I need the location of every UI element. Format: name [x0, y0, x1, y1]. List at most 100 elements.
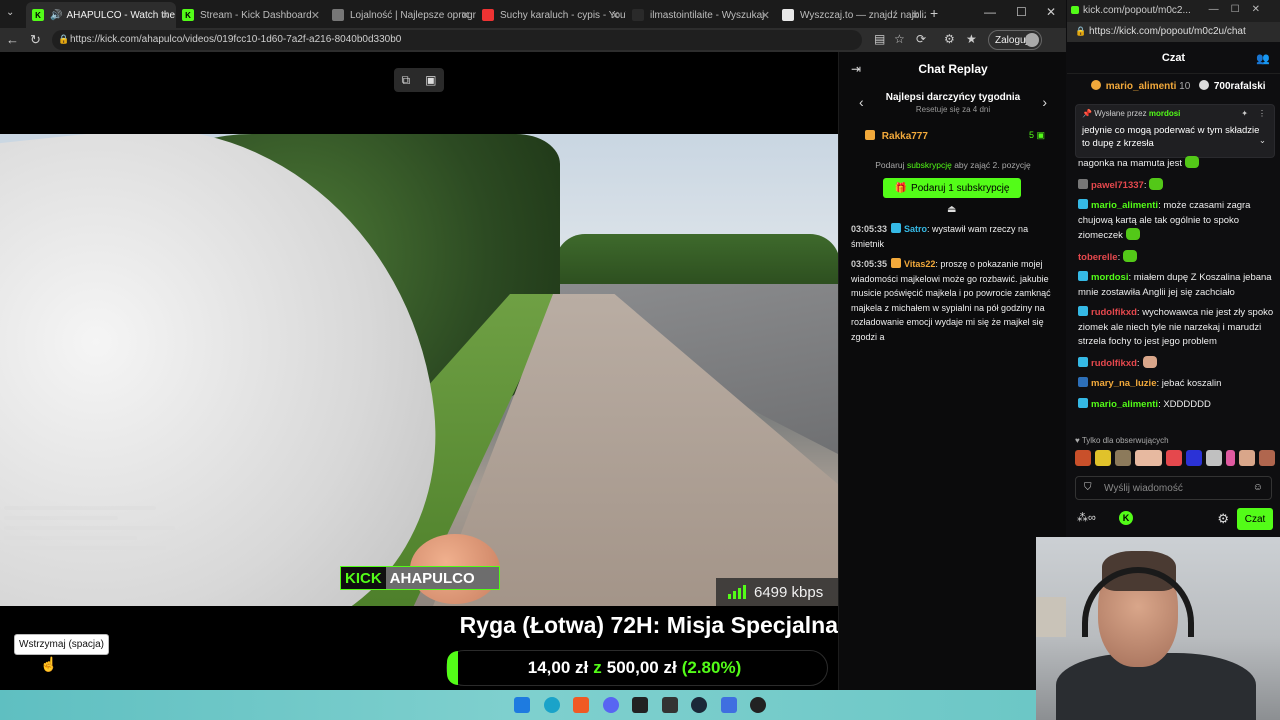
gift-subscription-button[interactable]: 🎁 Podaruj 1 subskrypcję — [883, 178, 1021, 198]
player-top-controls: ⧉ ▣ — [394, 68, 444, 92]
speaker-icon[interactable]: 🔊 — [50, 10, 62, 21]
leaderboard-title: Najlepsi darczyńcy tygodnia — [885, 92, 1021, 103]
message-user[interactable]: rudolfikxd — [1091, 358, 1137, 369]
emote-icon[interactable] — [1238, 450, 1255, 466]
collapse-arrow-icon[interactable]: ⏏ — [947, 204, 956, 215]
chat-input-placeholder: Wyślij wiadomość — [1104, 483, 1183, 494]
emote-icon[interactable] — [1258, 450, 1276, 466]
emote-icon[interactable] — [1185, 450, 1202, 466]
emote-icon[interactable] — [1115, 450, 1132, 466]
discord-icon[interactable] — [603, 697, 619, 713]
message-user[interactable]: rudolfikxd — [1091, 307, 1137, 318]
url-text: https://kick.com/ahapulco/videos/019fcc1… — [70, 34, 402, 45]
pause-tooltip: Wstrzymaj (spacja) — [14, 634, 110, 655]
reload-icon[interactable]: ↻ — [30, 32, 41, 48]
top-gifter-1[interactable]: mario_alimenti — [1106, 81, 1177, 92]
chat-message: 03:05:33 Satro: wystawił wam rzeczy na śm… — [851, 222, 1059, 251]
tab-search[interactable]: ilmastointilaite - Wyszukaj ✕ — [626, 2, 776, 28]
expand-chevron-icon[interactable]: ⌄ — [1259, 135, 1266, 146]
streamlabs-icon[interactable] — [632, 697, 648, 713]
emote-icon[interactable] — [1075, 450, 1092, 466]
site-info-icon[interactable]: 🔒 — [58, 34, 69, 45]
minimize-icon[interactable]: — — [984, 5, 996, 19]
points-infinity-icon[interactable]: ⁂∞ — [1077, 511, 1096, 524]
subscription-link[interactable]: subskrypcję — [907, 160, 952, 170]
popout-url-bar[interactable]: 🔒 https://kick.com/popout/m0c2u/chat — [1067, 22, 1280, 42]
unpin-icon[interactable]: ✦ — [1241, 109, 1248, 118]
new-tab-icon[interactable]: + — [930, 5, 938, 21]
message-user[interactable]: Vitas22 — [904, 259, 935, 269]
window-controls[interactable]: —☐✕ — [1209, 4, 1272, 15]
tab-lojalnosc[interactable]: Lojalność | Najlepsze oprogram ✕ — [326, 2, 476, 28]
next-arrow-icon[interactable]: › — [1042, 94, 1047, 110]
brave-icon[interactable] — [573, 697, 589, 713]
windows-start-icon[interactable] — [514, 697, 530, 713]
message-user[interactable]: pawel71337 — [1091, 180, 1144, 191]
theater-icon[interactable]: ▣ — [425, 73, 436, 87]
mouse-cursor-icon: ☝ — [40, 656, 58, 672]
url-field[interactable]: 🔒 https://kick.com/ahapulco/videos/019fc… — [52, 30, 862, 50]
emote-icon[interactable] — [1165, 450, 1182, 466]
reader-view-icon[interactable]: ▤ — [874, 32, 885, 46]
close-tab-icon[interactable]: ✕ — [911, 9, 920, 22]
close-tab-icon[interactable]: ✕ — [311, 9, 320, 22]
extensions-icon[interactable]: ⚙ — [944, 32, 955, 46]
top-donor-count: 5 ▣ — [1028, 130, 1045, 140]
message-user[interactable]: mordosi — [1091, 272, 1128, 283]
back-icon[interactable]: ← — [6, 32, 19, 47]
video-player[interactable]: ⧉ ▣ KICK AHAPULCO 6499 kbps Ryga (Łotwa)… — [0, 52, 838, 690]
pinned-by-user[interactable]: mordosi — [1149, 109, 1181, 118]
app-icon[interactable] — [721, 697, 737, 713]
favorite-star-icon[interactable]: ☆ — [894, 32, 905, 46]
favorites-icon[interactable]: ★ — [966, 32, 977, 46]
message-user[interactable]: toberelle — [1078, 252, 1118, 263]
tab-list-icon[interactable]: ⌄ — [6, 7, 14, 18]
message-user[interactable]: mary_na_luzie — [1091, 378, 1156, 389]
epic-games-icon[interactable] — [662, 697, 678, 713]
close-window-icon[interactable]: ✕ — [1046, 5, 1056, 19]
message-user[interactable]: Satro — [904, 224, 927, 234]
message-user[interactable]: mario_alimenti — [1091, 399, 1158, 410]
emote-icon[interactable] — [1205, 450, 1223, 466]
emote-icon[interactable] — [1226, 450, 1235, 466]
tab-ahapulco[interactable]: K 🔊 AHAPULCO - Watch the VO ✕ — [26, 2, 176, 28]
chat-header: Czat 👥 — [1067, 42, 1280, 74]
close-tab-icon[interactable]: ✕ — [611, 9, 620, 22]
refresh-extension-icon[interactable]: ⟳ — [916, 32, 926, 46]
emote-icon — [1125, 228, 1140, 240]
subscriber-badge-icon — [1078, 356, 1088, 367]
prev-arrow-icon[interactable]: ‹ — [859, 94, 864, 110]
message-user[interactable]: mario_alimenti — [1091, 200, 1158, 211]
chat-message: nagonka na mamuta jest — [1078, 156, 1276, 172]
video-frame[interactable]: KICK AHAPULCO 6499 kbps — [0, 134, 838, 606]
top-donor-name[interactable]: Rakka777 — [882, 131, 928, 142]
send-chat-button[interactable]: Czat — [1237, 508, 1273, 530]
tab-title: AHAPULCO - Watch the VO — [66, 9, 176, 21]
more-options-icon[interactable]: ⋮ — [1258, 109, 1266, 118]
steam-icon[interactable] — [691, 697, 707, 713]
emote-icon[interactable] — [1135, 450, 1162, 466]
close-tab-icon[interactable]: ✕ — [461, 9, 470, 22]
top-gifter-2[interactable]: 700rafalski — [1214, 81, 1266, 92]
login-button[interactable]: Zaloguj — [988, 30, 1042, 50]
obs-icon[interactable] — [750, 697, 766, 713]
tab-youtube[interactable]: Suchy karaluch - cypis - YouTub ✕ — [476, 2, 626, 28]
kick-page: ⧉ ▣ KICK AHAPULCO 6499 kbps Ryga (Łotwa)… — [0, 52, 1066, 690]
close-tab-icon[interactable]: ✕ — [761, 9, 770, 22]
kick-points-icon[interactable]: K — [1119, 511, 1133, 525]
chat-header-title: Czat — [1161, 52, 1186, 64]
emoji-picker-icon[interactable]: ☺ — [1253, 482, 1263, 493]
edge-icon[interactable] — [544, 697, 560, 713]
watermark-name: AHAPULCO — [385, 567, 499, 589]
close-tab-icon[interactable]: ✕ — [161, 9, 170, 22]
pip-icon[interactable]: ⧉ — [402, 73, 411, 88]
tab-kick-dashboard[interactable]: K Stream - Kick Dashboard ✕ — [176, 2, 326, 28]
chat-footer: ⁂∞ K ⚙ Czat — [1075, 508, 1275, 530]
users-icon[interactable]: 👥 — [1256, 52, 1270, 65]
maximize-icon[interactable]: ☐ — [1016, 5, 1027, 19]
emote-icon[interactable] — [1095, 450, 1112, 466]
settings-gear-icon[interactable]: ⚙ — [1217, 511, 1229, 527]
tab-wyszczaj[interactable]: Wyszczaj.to — znajdź najbliższą ✕ — [776, 2, 926, 28]
chat-message-input[interactable]: ⛉ Wyślij wiadomość ☺ — [1075, 476, 1272, 500]
site-info-icon[interactable]: 🔒 — [1075, 26, 1086, 37]
